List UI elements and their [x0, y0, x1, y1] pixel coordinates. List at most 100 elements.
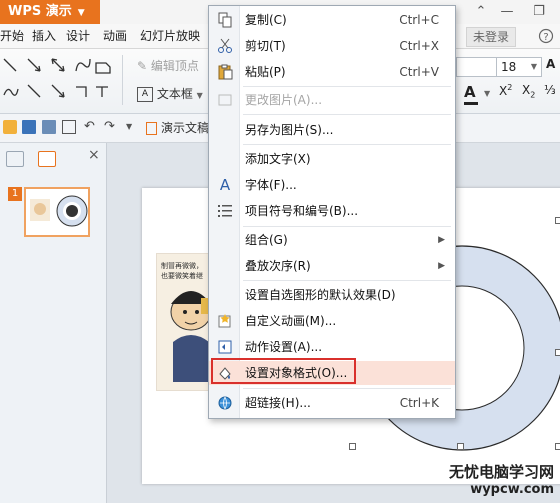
- menu-item-action-settings[interactable]: 动作设置(A)...: [209, 335, 455, 359]
- menu-item-label: 超链接(H)...: [245, 396, 311, 410]
- help-icon[interactable]: ?: [538, 28, 554, 44]
- menu-separator: [243, 86, 451, 87]
- menu-item-label: 字体(F)...: [245, 178, 297, 192]
- chevron-down-icon: ▼: [196, 91, 203, 100]
- menu-item-label: 设置自选图形的默认效果(D): [245, 288, 396, 302]
- menu-item-set-default-effect[interactable]: 设置自选图形的默认效果(D): [209, 283, 455, 307]
- thumbnail-preview: [30, 195, 88, 227]
- document-icon: [146, 122, 157, 135]
- menu-item-hyperlink[interactable]: 超链接(H)... Ctrl+K: [209, 391, 455, 415]
- menu-item-font[interactable]: A 字体(F)...: [209, 173, 455, 197]
- textbox-label: 文本框: [156, 87, 193, 101]
- resize-handle[interactable]: [555, 217, 560, 224]
- menu-item-cut[interactable]: 剪切(T) Ctrl+X: [209, 34, 455, 58]
- resize-handle[interactable]: [457, 443, 464, 450]
- chevron-down-icon[interactable]: ▼: [126, 122, 132, 131]
- action-icon: [217, 339, 233, 355]
- animation-star-icon: [217, 313, 233, 329]
- paste-icon: [217, 64, 233, 80]
- font-size-value: 18: [501, 60, 517, 74]
- font-size-select[interactable]: 18 ▼: [496, 57, 542, 77]
- menu-separator: [243, 114, 451, 115]
- menu-separator: [243, 226, 451, 227]
- chevron-down-icon: ▼: [77, 8, 85, 18]
- superscript-icon[interactable]: X2: [499, 83, 512, 98]
- menu-item-label: 动作设置(A)...: [245, 340, 323, 354]
- menu-separator: [243, 388, 451, 389]
- app-menu-button[interactable]: WPS 演示 ▼: [0, 0, 100, 24]
- login-button[interactable]: 未登录: [465, 27, 516, 47]
- resize-handle[interactable]: [555, 443, 560, 450]
- menu-item-group[interactable]: 组合(G) ▶: [209, 228, 455, 252]
- ribbon-divider: [122, 55, 131, 105]
- resize-handle[interactable]: [555, 349, 560, 356]
- chevron-down-icon[interactable]: ▼: [484, 89, 490, 98]
- edit-vertex-button: ✎ 编辑顶点: [137, 57, 199, 74]
- slide-thumbnail[interactable]: [24, 187, 90, 237]
- highlight-annotation-box: [211, 358, 356, 384]
- menu-slideshow[interactable]: 幻灯片放映: [140, 24, 200, 48]
- slide-panel: × 1: [0, 143, 107, 503]
- picture-caption-2: 也要微笑着继: [161, 272, 203, 280]
- menu-item-add-text[interactable]: 添加文字(X): [209, 147, 455, 171]
- slides-tab-icon[interactable]: [38, 151, 56, 167]
- slide-number-badge: 1: [8, 187, 22, 201]
- font-icon: A: [219, 176, 231, 194]
- outline-tab-icon[interactable]: [6, 151, 24, 167]
- textbox-button[interactable]: A 文本框 ▼: [137, 85, 203, 102]
- maximize-icon[interactable]: ❐: [528, 2, 550, 22]
- menu-animation[interactable]: 动画: [103, 24, 127, 48]
- font-grow-icon[interactable]: A: [546, 57, 555, 71]
- menu-item-label: 自定义动画(M)...: [245, 314, 337, 328]
- menu-item-save-as-picture[interactable]: 另存为图片(S)...: [209, 118, 455, 142]
- menu-item-label: 更改图片(A)...: [245, 93, 323, 107]
- svg-text:?: ?: [543, 32, 548, 43]
- watermark-line-1: 无忧电脑学习网: [448, 463, 554, 481]
- hyperlink-globe-icon: [217, 395, 233, 411]
- watermark: 无忧电脑学习网 wypcw.com: [449, 461, 554, 497]
- print-icon[interactable]: [62, 120, 76, 134]
- undo-icon[interactable]: ↶: [84, 119, 95, 134]
- menu-item-label: 项目符号和编号(B)...: [245, 204, 359, 218]
- open-folder-icon[interactable]: [3, 120, 17, 134]
- menu-item-copy[interactable]: 复制(C) Ctrl+C: [209, 8, 455, 32]
- chevron-down-icon: ▼: [530, 62, 537, 71]
- menu-item-bullets-numbering[interactable]: 项目符号和编号(B)...: [209, 199, 455, 223]
- menu-item-shortcut: Ctrl+V: [399, 65, 439, 79]
- edit-vertex-icon: ✎: [137, 59, 148, 73]
- menu-separator: [243, 144, 451, 145]
- menu-item-change-picture[interactable]: 更改图片(A)...: [209, 88, 455, 112]
- menu-item-paste[interactable]: 粘贴(P) Ctrl+V: [209, 60, 455, 84]
- picture-caption-1: 制冒再微微，: [161, 262, 203, 270]
- collapse-ribbon-icon[interactable]: ⌃: [470, 2, 492, 22]
- clear-format-icon[interactable]: ⅓: [544, 83, 556, 97]
- shape-gallery-icons[interactable]: [2, 55, 120, 107]
- menu-item-label: 剪切(T): [245, 39, 286, 53]
- context-menu: 复制(C) Ctrl+C 剪切(T) Ctrl+X 粘贴(P) Ctrl+V 更…: [208, 5, 456, 419]
- font-color-icon[interactable]: A: [464, 83, 482, 105]
- menu-item-label: 组合(G): [245, 233, 288, 247]
- resize-handle[interactable]: [349, 443, 356, 450]
- menu-start[interactable]: 开始: [0, 24, 24, 48]
- redo-icon[interactable]: ↷: [104, 119, 115, 134]
- document-tab[interactable]: 演示文稿: [142, 117, 213, 139]
- menu-item-custom-animation[interactable]: 自定义动画(M)...: [209, 309, 455, 333]
- subscript-icon[interactable]: X2: [522, 83, 535, 99]
- watermark-line-2: wypcw.com: [470, 482, 554, 497]
- menu-insert[interactable]: 插入: [32, 24, 56, 48]
- scissors-icon: [217, 38, 233, 54]
- save-as-icon[interactable]: [42, 120, 56, 134]
- save-icon[interactable]: [22, 120, 36, 134]
- menu-item-label: 粘贴(P): [245, 65, 286, 79]
- menu-item-order[interactable]: 叠放次序(R) ▶: [209, 254, 455, 278]
- edit-vertex-label: 编辑顶点: [150, 59, 199, 73]
- app-title: WPS 演示: [8, 4, 72, 19]
- menu-item-shortcut: Ctrl+X: [399, 39, 439, 53]
- textbox-icon: A: [137, 87, 153, 102]
- close-icon[interactable]: ×: [88, 147, 100, 163]
- menu-design[interactable]: 设计: [66, 24, 90, 48]
- bullet-list-icon: [217, 203, 233, 219]
- minimize-icon[interactable]: —: [496, 2, 518, 22]
- menu-item-shortcut: Ctrl+K: [399, 396, 439, 410]
- menu-item-label: 叠放次序(R): [245, 259, 311, 273]
